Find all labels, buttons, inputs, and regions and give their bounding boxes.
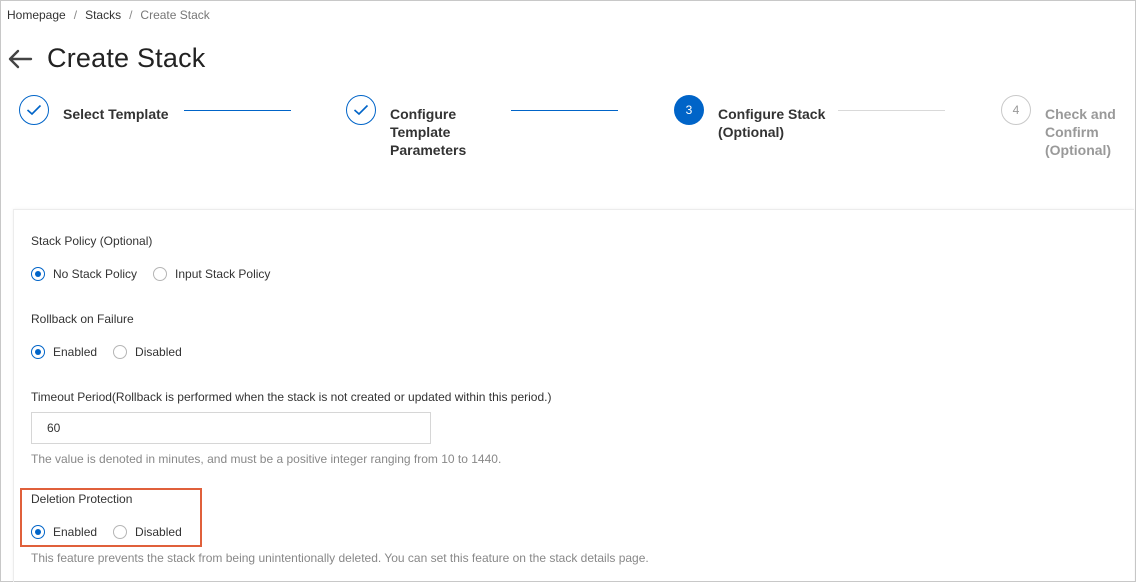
step-1-circle <box>19 95 49 125</box>
step-connector <box>511 110 618 111</box>
check-icon <box>26 104 42 116</box>
input-stack-policy-option[interactable]: Input Stack Policy <box>153 267 270 281</box>
back-button[interactable] <box>7 47 33 71</box>
deletion-disabled-label: Disabled <box>135 525 182 539</box>
radio-unchecked[interactable] <box>113 525 128 539</box>
breadcrumb-stacks[interactable]: Stacks <box>85 8 121 22</box>
window-frame: Homepage / Stacks / Create Stack Create … <box>0 0 1136 582</box>
deletion-protection-label: Deletion Protection <box>31 492 133 506</box>
timeout-label: Timeout Period(Rollback is performed whe… <box>31 390 552 404</box>
stack-policy-label: Stack Policy (Optional) <box>31 234 153 248</box>
rollback-enabled-label: Enabled <box>53 345 98 359</box>
step-4-circle: 4 <box>1001 95 1031 125</box>
step-1-label: Select Template <box>63 106 169 122</box>
breadcrumb-separator: / <box>73 8 78 22</box>
radio-checked[interactable] <box>31 345 45 359</box>
deletion-enabled-label: Enabled <box>53 525 98 539</box>
step-3-label: Configure Stack (Optional) <box>718 106 826 140</box>
rollback-radio-group: Enabled Disabled <box>31 345 198 359</box>
step-connector <box>838 110 945 111</box>
step-2-circle <box>346 95 376 125</box>
rollback-label: Rollback on Failure <box>31 312 134 326</box>
breadcrumb-separator: / <box>129 8 133 22</box>
rollback-enabled-option[interactable]: Enabled <box>31 345 97 359</box>
deletion-enabled-option[interactable]: Enabled <box>31 525 97 539</box>
radio-checked[interactable] <box>31 267 45 281</box>
step-3-circle: 3 <box>674 95 704 125</box>
step-4-label: Check and Confirm (Optional) <box>1045 106 1116 158</box>
no-stack-policy-label: No Stack Policy <box>53 267 138 281</box>
radio-unchecked[interactable] <box>113 345 128 359</box>
check-icon <box>353 104 369 116</box>
step-connector <box>184 110 291 111</box>
rollback-disabled-option[interactable]: Disabled <box>113 345 182 359</box>
deletion-disabled-option[interactable]: Disabled <box>113 525 182 539</box>
breadcrumb-home[interactable]: Homepage <box>7 8 66 22</box>
no-stack-policy-option[interactable]: No Stack Policy <box>31 267 137 281</box>
timeout-hint: The value is denoted in minutes, and mus… <box>31 452 502 466</box>
arrow-left-icon <box>8 49 33 69</box>
step-2-label: Configure Template Parameters <box>390 106 467 158</box>
page-title: Create Stack <box>47 43 206 73</box>
timeout-input[interactable] <box>31 412 431 444</box>
radio-checked[interactable] <box>31 525 45 539</box>
input-stack-policy-label: Input Stack Policy <box>175 267 271 281</box>
breadcrumb-current: Create Stack <box>140 8 210 22</box>
deletion-protection-hint: This feature prevents the stack from bei… <box>31 551 649 565</box>
stack-policy-radio-group: No Stack Policy Input Stack Policy <box>31 267 286 281</box>
radio-unchecked[interactable] <box>153 267 168 281</box>
deletion-protection-radio-group: Enabled Disabled <box>31 525 198 539</box>
breadcrumb: Homepage / Stacks / Create Stack <box>7 8 210 22</box>
rollback-disabled-label: Disabled <box>135 345 182 359</box>
